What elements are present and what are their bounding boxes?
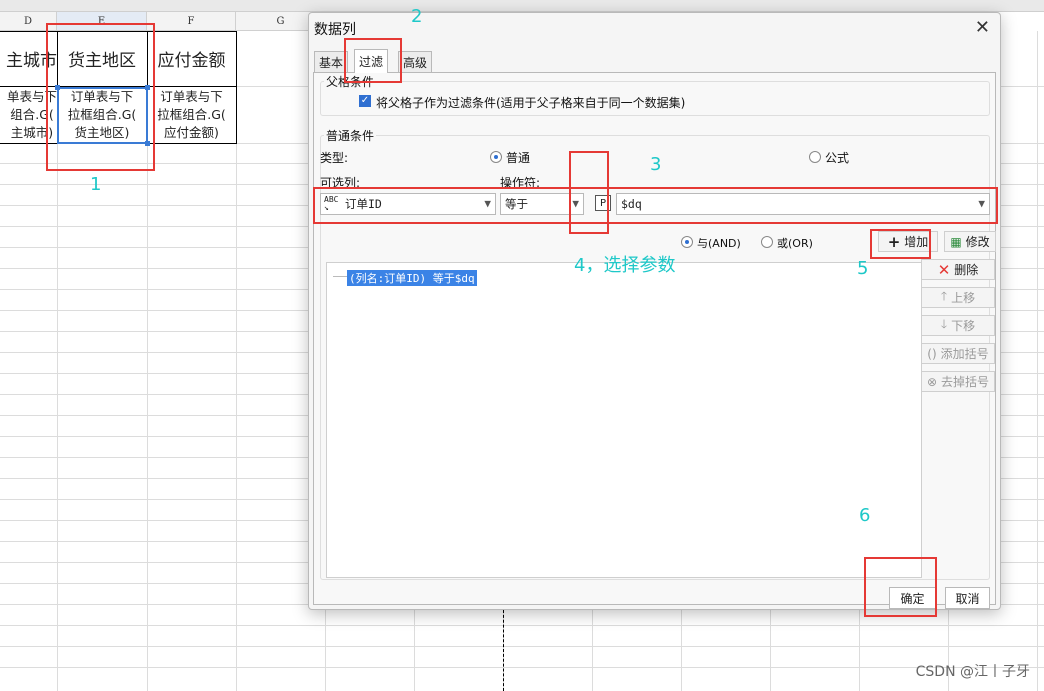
- condition-list[interactable]: (列名:订单ID) 等于$dq: [326, 262, 922, 578]
- normal-condition-title: 普通条件: [324, 127, 377, 144]
- header-cell-region[interactable]: 货主地区: [57, 31, 147, 86]
- condition-item[interactable]: (列名:订单ID) 等于$dq: [347, 270, 477, 286]
- parameter-value: $dq: [621, 197, 642, 211]
- annotation-label-6: 6: [859, 505, 871, 526]
- type-label: 类型:: [320, 151, 349, 165]
- column-select[interactable]: ABC ↘ 订单ID ▼: [320, 193, 496, 215]
- logic-or-label: 或(OR): [777, 237, 813, 250]
- chevron-down-icon: ▼: [978, 197, 985, 210]
- add-bracket-button[interactable]: () 添加括号: [921, 343, 995, 364]
- page-break-line: [503, 610, 504, 691]
- watermark: CSDN @江丨子牙: [915, 664, 1030, 680]
- ok-button[interactable]: 确定: [889, 587, 936, 609]
- type-formula-radio[interactable]: [809, 151, 821, 163]
- annotation-label-1: 1: [90, 174, 102, 195]
- column-type-icon: ABC ↘: [324, 195, 339, 212]
- delete-button[interactable]: ✕ 删除: [921, 259, 995, 280]
- close-icon[interactable]: ✕: [975, 17, 990, 38]
- data-cell-city[interactable]: 单表与下 组合.G( 主城市): [0, 86, 57, 143]
- operator-select[interactable]: 等于 ▼: [500, 193, 584, 215]
- cancel-button[interactable]: 取消: [945, 587, 990, 609]
- arrow-down-icon: 🡓: [940, 317, 948, 331]
- selected-cell-outline: [57, 87, 148, 144]
- annotation-label-5: 5: [857, 258, 869, 279]
- move-down-button[interactable]: 🡓 下移: [921, 315, 995, 336]
- header-cell-city[interactable]: 主城市: [0, 31, 57, 86]
- logic-and-radio[interactable]: [681, 236, 693, 248]
- filter-panel: 父格条件 ✓ 将父格子作为过滤条件(适用于父子格来自于同一个数据集) 普通条件 …: [313, 72, 996, 605]
- column-header-f[interactable]: F: [147, 12, 236, 31]
- chevron-down-icon: ▼: [572, 197, 579, 210]
- parent-filter-label: 将父格子作为过滤条件(适用于父子格来自于同一个数据集): [376, 96, 686, 110]
- annotation-label-4: 4，选择参数: [574, 255, 676, 276]
- data-column-dialog: 数据列 ✕ 基本 过滤 高级 父格条件 ✓ 将父格子作为过滤条件(适用于父子格来…: [308, 12, 1001, 610]
- column-header-d[interactable]: D: [0, 12, 57, 31]
- delete-x-icon: ✕: [937, 260, 951, 279]
- column-header-e[interactable]: E: [57, 12, 147, 31]
- logic-and-label: 与(AND): [697, 237, 741, 250]
- operator-label: 操作符:: [500, 176, 541, 190]
- type-normal-radio[interactable]: [490, 151, 502, 163]
- annotation-label-2: 2: [411, 6, 423, 27]
- parameter-button[interactable]: P: [595, 195, 611, 211]
- tab-filter[interactable]: 过滤: [354, 49, 389, 73]
- data-cell-amount[interactable]: 订单表与下 拉框组合.G( 应付金额): [147, 86, 236, 143]
- parent-condition-title: 父格条件: [324, 73, 377, 90]
- column-label: 可选列:: [320, 176, 361, 190]
- bracket-icon: (): [927, 346, 937, 361]
- type-formula-label: 公式: [825, 151, 850, 165]
- type-normal-label: 普通: [506, 151, 531, 165]
- column-select-value: 订单ID: [345, 197, 382, 211]
- annotation-label-3: 3: [650, 154, 662, 175]
- header-cell-amount[interactable]: 应付金额: [147, 31, 236, 86]
- modify-button[interactable]: ▦ 修改: [944, 231, 996, 252]
- remove-bracket-icon: ⊗: [926, 374, 938, 389]
- parent-filter-checkbox[interactable]: ✓: [359, 95, 371, 107]
- tab-advanced[interactable]: 高级: [398, 51, 433, 73]
- chevron-down-icon: ▼: [484, 197, 491, 210]
- dialog-title: 数据列: [314, 22, 356, 38]
- logic-or-radio[interactable]: [761, 236, 773, 248]
- parameter-value-select[interactable]: $dq ▼: [616, 193, 990, 215]
- move-up-button[interactable]: 🡑 上移: [921, 287, 995, 308]
- plus-icon: +: [887, 232, 901, 251]
- tab-basic[interactable]: 基本: [314, 51, 349, 73]
- add-button[interactable]: + 增加: [878, 231, 938, 252]
- remove-bracket-button[interactable]: ⊗ 去掉括号: [921, 371, 995, 392]
- edit-icon: ▦: [950, 234, 962, 249]
- top-toolbar-strip: [0, 0, 1044, 12]
- arrow-up-icon: 🡑: [940, 289, 948, 303]
- operator-select-value: 等于: [505, 197, 528, 211]
